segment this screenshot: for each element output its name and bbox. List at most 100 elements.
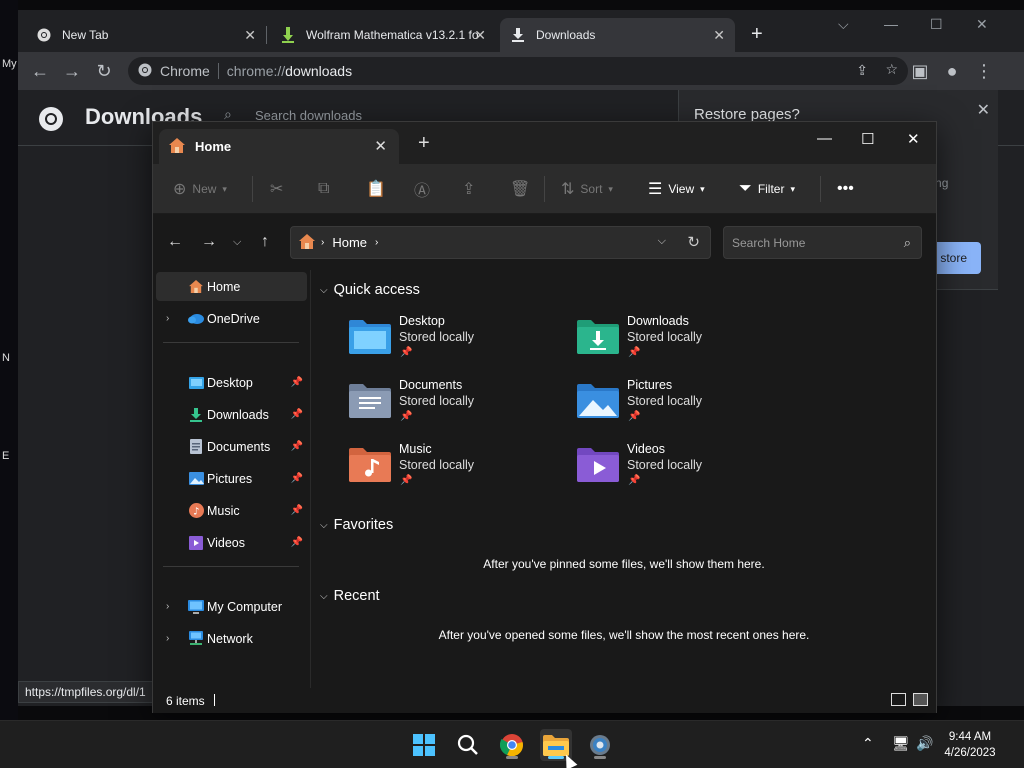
close-window-icon[interactable]: ✕ (976, 16, 988, 33)
forward-icon[interactable]: → (201, 232, 217, 252)
cut-button[interactable]: ✂ (270, 180, 289, 198)
minimize-icon[interactable]: — (884, 16, 898, 32)
search-icon[interactable]: ⌕ (904, 235, 911, 251)
tab-label: Wolfram Mathematica v13.2.1 fo (306, 28, 478, 42)
profile-icon[interactable]: ● (942, 61, 962, 81)
sidebar-item-music[interactable]: ♪ Music 📌 (156, 496, 307, 525)
quick-access-downloads[interactable]: Downloads Stored locally 📌 (577, 314, 797, 370)
chevron-down-icon[interactable]: ⌵ (658, 235, 666, 248)
home-icon (169, 137, 185, 156)
side-panel-icon[interactable]: ▣ (910, 61, 930, 81)
sidebar-item-home[interactable]: Home (156, 272, 307, 301)
section-title: Quick access (333, 282, 420, 298)
maximize-icon[interactable]: ☐ (861, 130, 874, 148)
recent-locations-icon[interactable]: ⌵ (233, 232, 241, 252)
delete-button[interactable]: 🗑 (510, 180, 536, 198)
reload-icon[interactable]: ↻ (94, 61, 114, 81)
sidebar-divider (163, 566, 299, 567)
paste-icon: 📋 (366, 181, 386, 198)
view-label: View (668, 182, 695, 196)
copy-button[interactable]: ⧉ (318, 180, 335, 198)
close-icon[interactable]: ✕ (713, 27, 725, 44)
sidebar-item-my-computer[interactable]: › My Computer (156, 592, 307, 621)
paste-button[interactable]: 📋 (366, 180, 392, 198)
chevron-down-icon: ▾ (608, 183, 613, 194)
chrome-icon (138, 63, 152, 80)
menu-kebab-icon[interactable]: ⋮ (974, 61, 994, 81)
details-view-icon[interactable] (891, 693, 906, 706)
up-icon[interactable]: ↑ (261, 232, 269, 252)
quick-access-music[interactable]: Music Stored locally 📌 (349, 442, 569, 498)
breadcrumb-home[interactable]: Home (332, 235, 367, 250)
section-favorites[interactable]: ⌵ Favorites (320, 517, 393, 533)
back-icon[interactable]: ← (30, 61, 50, 81)
scissors-icon: ✂ (270, 181, 284, 198)
chrome-tab-wolfram[interactable]: Wolfram Mathematica v13.2.1 fo ✕ (270, 18, 496, 52)
quick-access-desktop[interactable]: Desktop Stored locally 📌 (349, 314, 569, 370)
system-clock[interactable]: 9:44 AM 4/26/2023 (930, 729, 1010, 761)
address-bar[interactable]: › Home › ⌵ ↻ (290, 226, 711, 259)
desktop-icon (188, 375, 204, 391)
section-quick-access[interactable]: ⌵ Quick access (320, 282, 420, 298)
tiles-view-icon[interactable] (913, 693, 928, 706)
breadcrumb-chevron-icon[interactable]: › (375, 237, 378, 248)
chevron-right-icon[interactable]: › (166, 313, 169, 324)
close-icon[interactable]: ✕ (977, 100, 990, 120)
share-icon[interactable]: ⇪ (856, 62, 868, 79)
forward-icon[interactable]: → (62, 61, 82, 81)
maximize-icon[interactable]: ☐ (930, 16, 943, 33)
see-more-button[interactable]: ••• (837, 180, 860, 198)
explorer-tab-home[interactable]: Home ✕ (159, 129, 399, 164)
pin-icon: 📌 (400, 347, 413, 358)
quick-access-pictures[interactable]: Pictures Stored locally 📌 (577, 378, 797, 434)
filter-button[interactable]: ⏷ Filter ▾ (739, 180, 795, 198)
share-button[interactable]: ⇪ (462, 180, 481, 198)
search-icon[interactable] (452, 729, 484, 761)
navigation-pane: Home › OneDrive Desktop 📌 Downloads 📌 Do… (153, 270, 311, 688)
chrome-tab-new-tab[interactable]: New Tab ✕ (26, 18, 266, 52)
quick-access-documents[interactable]: Documents Stored locally 📌 (349, 378, 569, 434)
new-button[interactable]: ⊕ New ▾ (173, 180, 227, 198)
start-icon[interactable] (408, 729, 440, 761)
chrome-icon[interactable] (496, 729, 528, 761)
sidebar-item-network[interactable]: › Network (156, 624, 307, 653)
sidebar-item-documents[interactable]: Documents 📌 (156, 432, 307, 461)
section-recent[interactable]: ⌵ Recent (320, 588, 380, 604)
show-hidden-icons-chevron-icon[interactable]: ⌃ (862, 735, 874, 752)
new-tab-button[interactable]: + (418, 133, 430, 153)
sidebar-item-onedrive[interactable]: › OneDrive (156, 304, 307, 333)
navigation-bar: ← → ⌵ ↑ › Home › ⌵ ↻ Search Home ⌕ (153, 214, 936, 270)
sidebar-item-downloads[interactable]: Downloads 📌 (156, 400, 307, 429)
refresh-icon[interactable]: ↻ (687, 233, 700, 251)
back-icon[interactable]: ← (167, 232, 183, 252)
minimize-icon[interactable]: — (817, 130, 832, 147)
file-explorer-window: Home ✕ + — ☐ ✕ ⊕ New ▾ ✂ ⧉ 📋 Ⓐ ⇪ 🗑 ⇅ Sor… (152, 121, 937, 713)
rename-button[interactable]: Ⓐ (414, 180, 436, 200)
videos-folder-icon (577, 448, 619, 482)
settings-icon[interactable] (584, 729, 616, 761)
search-input[interactable]: Search Home ⌕ (723, 226, 922, 259)
quick-access-videos[interactable]: Videos Stored locally 📌 (577, 442, 797, 498)
sidebar-item-videos[interactable]: Videos 📌 (156, 528, 307, 557)
close-icon[interactable]: ✕ (244, 27, 256, 44)
sort-button[interactable]: ⇅ Sort ▾ (561, 180, 613, 198)
chevron-right-icon[interactable]: › (166, 601, 169, 612)
chevron-right-icon[interactable]: › (166, 633, 169, 644)
close-icon[interactable]: ✕ (374, 137, 387, 155)
status-bar: 6 items (153, 688, 936, 713)
bookmark-star-icon[interactable]: ☆ (885, 61, 898, 78)
sidebar-item-desktop[interactable]: Desktop 📌 (156, 368, 307, 397)
home-icon (188, 279, 204, 295)
view-button[interactable]: ☰ View ▾ (648, 180, 705, 198)
tab-search-icon[interactable]: ⌵ (838, 16, 849, 33)
new-tab-button[interactable]: + (751, 24, 763, 44)
close-icon[interactable]: ✕ (474, 27, 486, 44)
chrome-tab-downloads[interactable]: Downloads ✕ (500, 18, 735, 52)
close-window-icon[interactable]: ✕ (907, 130, 920, 148)
network-icon[interactable]: 🖥 (892, 735, 910, 752)
search-placeholder: Search Home (732, 235, 806, 250)
omnibox[interactable]: Chrome chrome:// downloads ⇪ ☆ (128, 57, 908, 85)
sidebar-item-pictures[interactable]: Pictures 📌 (156, 464, 307, 493)
sidebar-divider (163, 342, 299, 343)
item-status: Stored locally (399, 458, 475, 472)
